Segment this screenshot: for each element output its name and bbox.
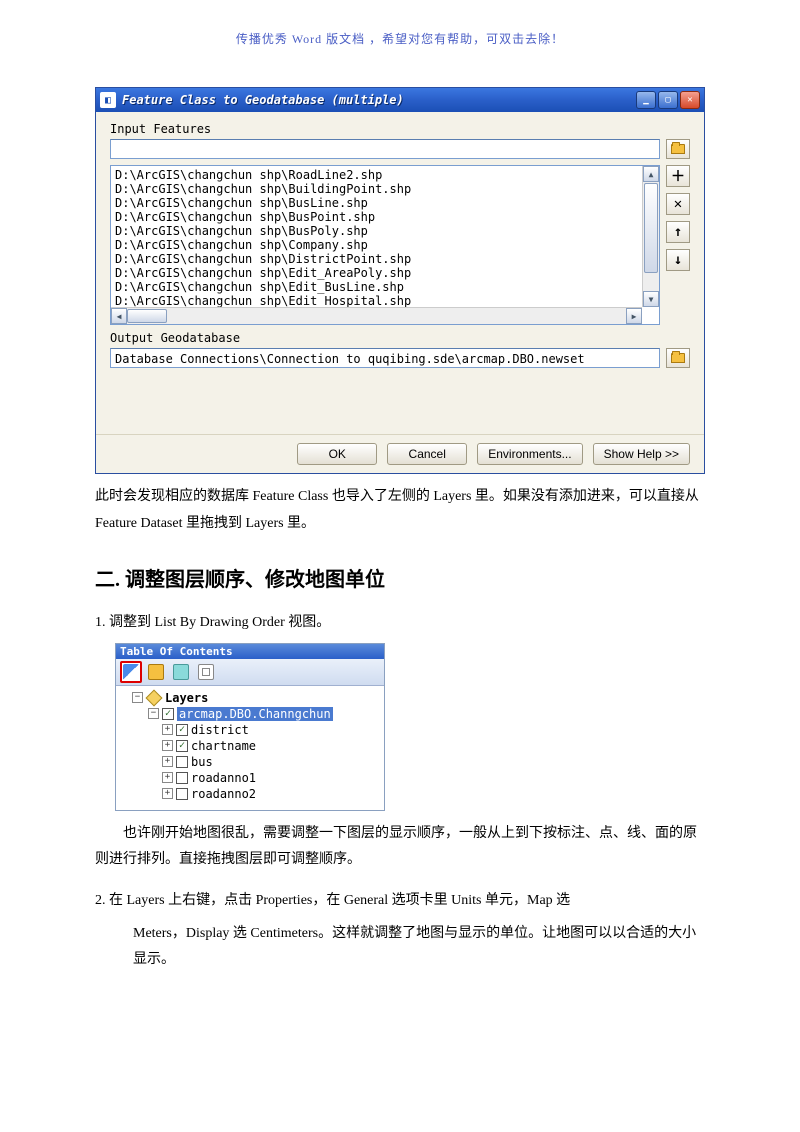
dialog-title: Feature Class to Geodatabase (multiple) bbox=[122, 93, 636, 107]
list-item[interactable]: D:\ArcGIS\changchun shp\BusPoint.shp bbox=[115, 210, 655, 224]
layers-icon bbox=[123, 664, 139, 680]
move-down-button[interactable]: ↓ bbox=[666, 249, 690, 271]
scroll-thumb[interactable] bbox=[644, 183, 658, 273]
list-item[interactable]: D:\ArcGIS\changchun shp\BusPoly.shp bbox=[115, 224, 655, 238]
list-step: 1. 调整到 List By Drawing Order 视图。 bbox=[95, 610, 705, 637]
scroll-left-icon[interactable]: ◀ bbox=[111, 308, 127, 324]
list-step: 2. 在 Layers 上右键，点击 Properties，在 General … bbox=[95, 888, 705, 915]
browse-input-button[interactable] bbox=[666, 139, 690, 159]
dataframe-icon bbox=[146, 689, 163, 706]
output-geodatabase-field[interactable]: Database Connections\Connection to quqib… bbox=[110, 348, 660, 368]
browse-output-button[interactable] bbox=[666, 348, 690, 368]
move-up-button[interactable]: ↑ bbox=[666, 221, 690, 243]
app-icon: ◧ bbox=[100, 92, 116, 108]
layer-item[interactable]: roadanno2 bbox=[191, 787, 256, 801]
layer-item[interactable]: chartname bbox=[191, 739, 256, 753]
hscroll-thumb[interactable] bbox=[127, 309, 167, 323]
layer-checkbox[interactable]: ✓ bbox=[162, 708, 174, 720]
visibility-icon bbox=[173, 664, 189, 680]
layer-checkbox[interactable] bbox=[176, 772, 188, 784]
expander-icon[interactable]: − bbox=[148, 708, 159, 719]
list-item[interactable]: D:\ArcGIS\changchun shp\Edit_Hospital.sh… bbox=[115, 294, 655, 308]
list-item[interactable]: D:\ArcGIS\changchun shp\Edit_BusLine.shp bbox=[115, 280, 655, 294]
list-step-cont: Meters，Display 选 Centimeters。这样就调整了地图与显示… bbox=[133, 921, 705, 974]
add-item-button[interactable]: ＋ bbox=[666, 165, 690, 187]
list-item[interactable]: D:\ArcGIS\changchun shp\BusLine.shp bbox=[115, 196, 655, 210]
list-by-source-button[interactable] bbox=[145, 661, 167, 683]
layer-tree: − Layers − ✓ arcmap.DBO.Channgchun +✓dis… bbox=[116, 686, 384, 810]
paragraph: 此时会发现相应的数据库 Feature Class 也导入了左侧的 Layers… bbox=[95, 484, 705, 537]
expander-icon[interactable]: + bbox=[162, 756, 173, 767]
output-geodatabase-label: Output Geodatabase bbox=[110, 331, 690, 345]
list-item[interactable]: D:\ArcGIS\changchun shp\DistrictPoint.sh… bbox=[115, 252, 655, 266]
expander-icon[interactable]: + bbox=[162, 788, 173, 799]
layer-checkbox[interactable] bbox=[176, 788, 188, 800]
list-by-drawing-order-button[interactable] bbox=[120, 661, 142, 683]
list-item[interactable]: D:\ArcGIS\changchun shp\Edit_AreaPoly.sh… bbox=[115, 266, 655, 280]
list-item[interactable]: D:\ArcGIS\changchun shp\RoadLine2.shp bbox=[115, 168, 655, 182]
section-heading: 二. 调整图层顺序、修改地图单位 bbox=[95, 563, 705, 592]
scroll-down-icon[interactable]: ▼ bbox=[643, 291, 659, 307]
layers-root[interactable]: Layers bbox=[165, 691, 208, 705]
layer-item[interactable]: district bbox=[191, 723, 249, 737]
folder-icon bbox=[671, 353, 685, 363]
scroll-right-icon[interactable]: ▶ bbox=[626, 308, 642, 324]
layer-checkbox[interactable]: ✓ bbox=[176, 740, 188, 752]
toc-toolbar bbox=[116, 659, 384, 686]
layer-checkbox[interactable]: ✓ bbox=[176, 724, 188, 736]
input-files-list[interactable]: D:\ArcGIS\changchun shp\RoadLine2.shp D:… bbox=[110, 165, 660, 325]
ok-button[interactable]: OK bbox=[297, 443, 377, 465]
cancel-button[interactable]: Cancel bbox=[387, 443, 467, 465]
expander-icon[interactable]: + bbox=[162, 740, 173, 751]
horizontal-scrollbar[interactable]: ◀ ▶ bbox=[111, 307, 642, 324]
expander-icon[interactable]: + bbox=[162, 724, 173, 735]
layer-checkbox[interactable] bbox=[176, 756, 188, 768]
expander-icon[interactable]: + bbox=[162, 772, 173, 783]
toc-title: Table Of Contents bbox=[116, 644, 384, 659]
close-button[interactable]: ✕ bbox=[680, 91, 700, 109]
show-help-button[interactable]: Show Help >> bbox=[593, 443, 690, 465]
table-of-contents-panel: Table Of Contents − Layers − ✓ arcmap.DB… bbox=[115, 643, 385, 811]
scroll-up-icon[interactable]: ▲ bbox=[643, 166, 659, 182]
layer-item[interactable]: roadanno1 bbox=[191, 771, 256, 785]
page-header-notice: 传播优秀 Word 版文档 ，希望对您有帮助，可双击去除！ bbox=[95, 30, 705, 47]
input-features-label: Input Features bbox=[110, 122, 690, 136]
feature-class-dialog: ◧ Feature Class to Geodatabase (multiple… bbox=[95, 87, 705, 474]
vertical-scrollbar[interactable]: ▲ ▼ bbox=[642, 166, 659, 307]
list-item[interactable]: D:\ArcGIS\changchun shp\BuildingPoint.sh… bbox=[115, 182, 655, 196]
layer-item[interactable]: bus bbox=[191, 755, 213, 769]
expander-icon[interactable]: − bbox=[132, 692, 143, 703]
folder-icon bbox=[671, 144, 685, 154]
environments-button[interactable]: Environments... bbox=[477, 443, 582, 465]
input-features-field[interactable] bbox=[110, 139, 660, 159]
list-by-selection-button[interactable] bbox=[195, 661, 217, 683]
list-item[interactable]: D:\ArcGIS\changchun shp\Company.shp bbox=[115, 238, 655, 252]
selection-icon bbox=[198, 664, 214, 680]
maximize-button[interactable]: ▢ bbox=[658, 91, 678, 109]
selected-layer[interactable]: arcmap.DBO.Channgchun bbox=[177, 707, 333, 721]
remove-item-button[interactable]: ✕ bbox=[666, 193, 690, 215]
minimize-button[interactable]: ▁ bbox=[636, 91, 656, 109]
dialog-titlebar[interactable]: ◧ Feature Class to Geodatabase (multiple… bbox=[96, 88, 704, 112]
paragraph: 也许刚开始地图很乱，需要调整一下图层的显示顺序，一般从上到下按标注、点、线、面的… bbox=[95, 821, 705, 874]
source-icon bbox=[148, 664, 164, 680]
list-by-visibility-button[interactable] bbox=[170, 661, 192, 683]
